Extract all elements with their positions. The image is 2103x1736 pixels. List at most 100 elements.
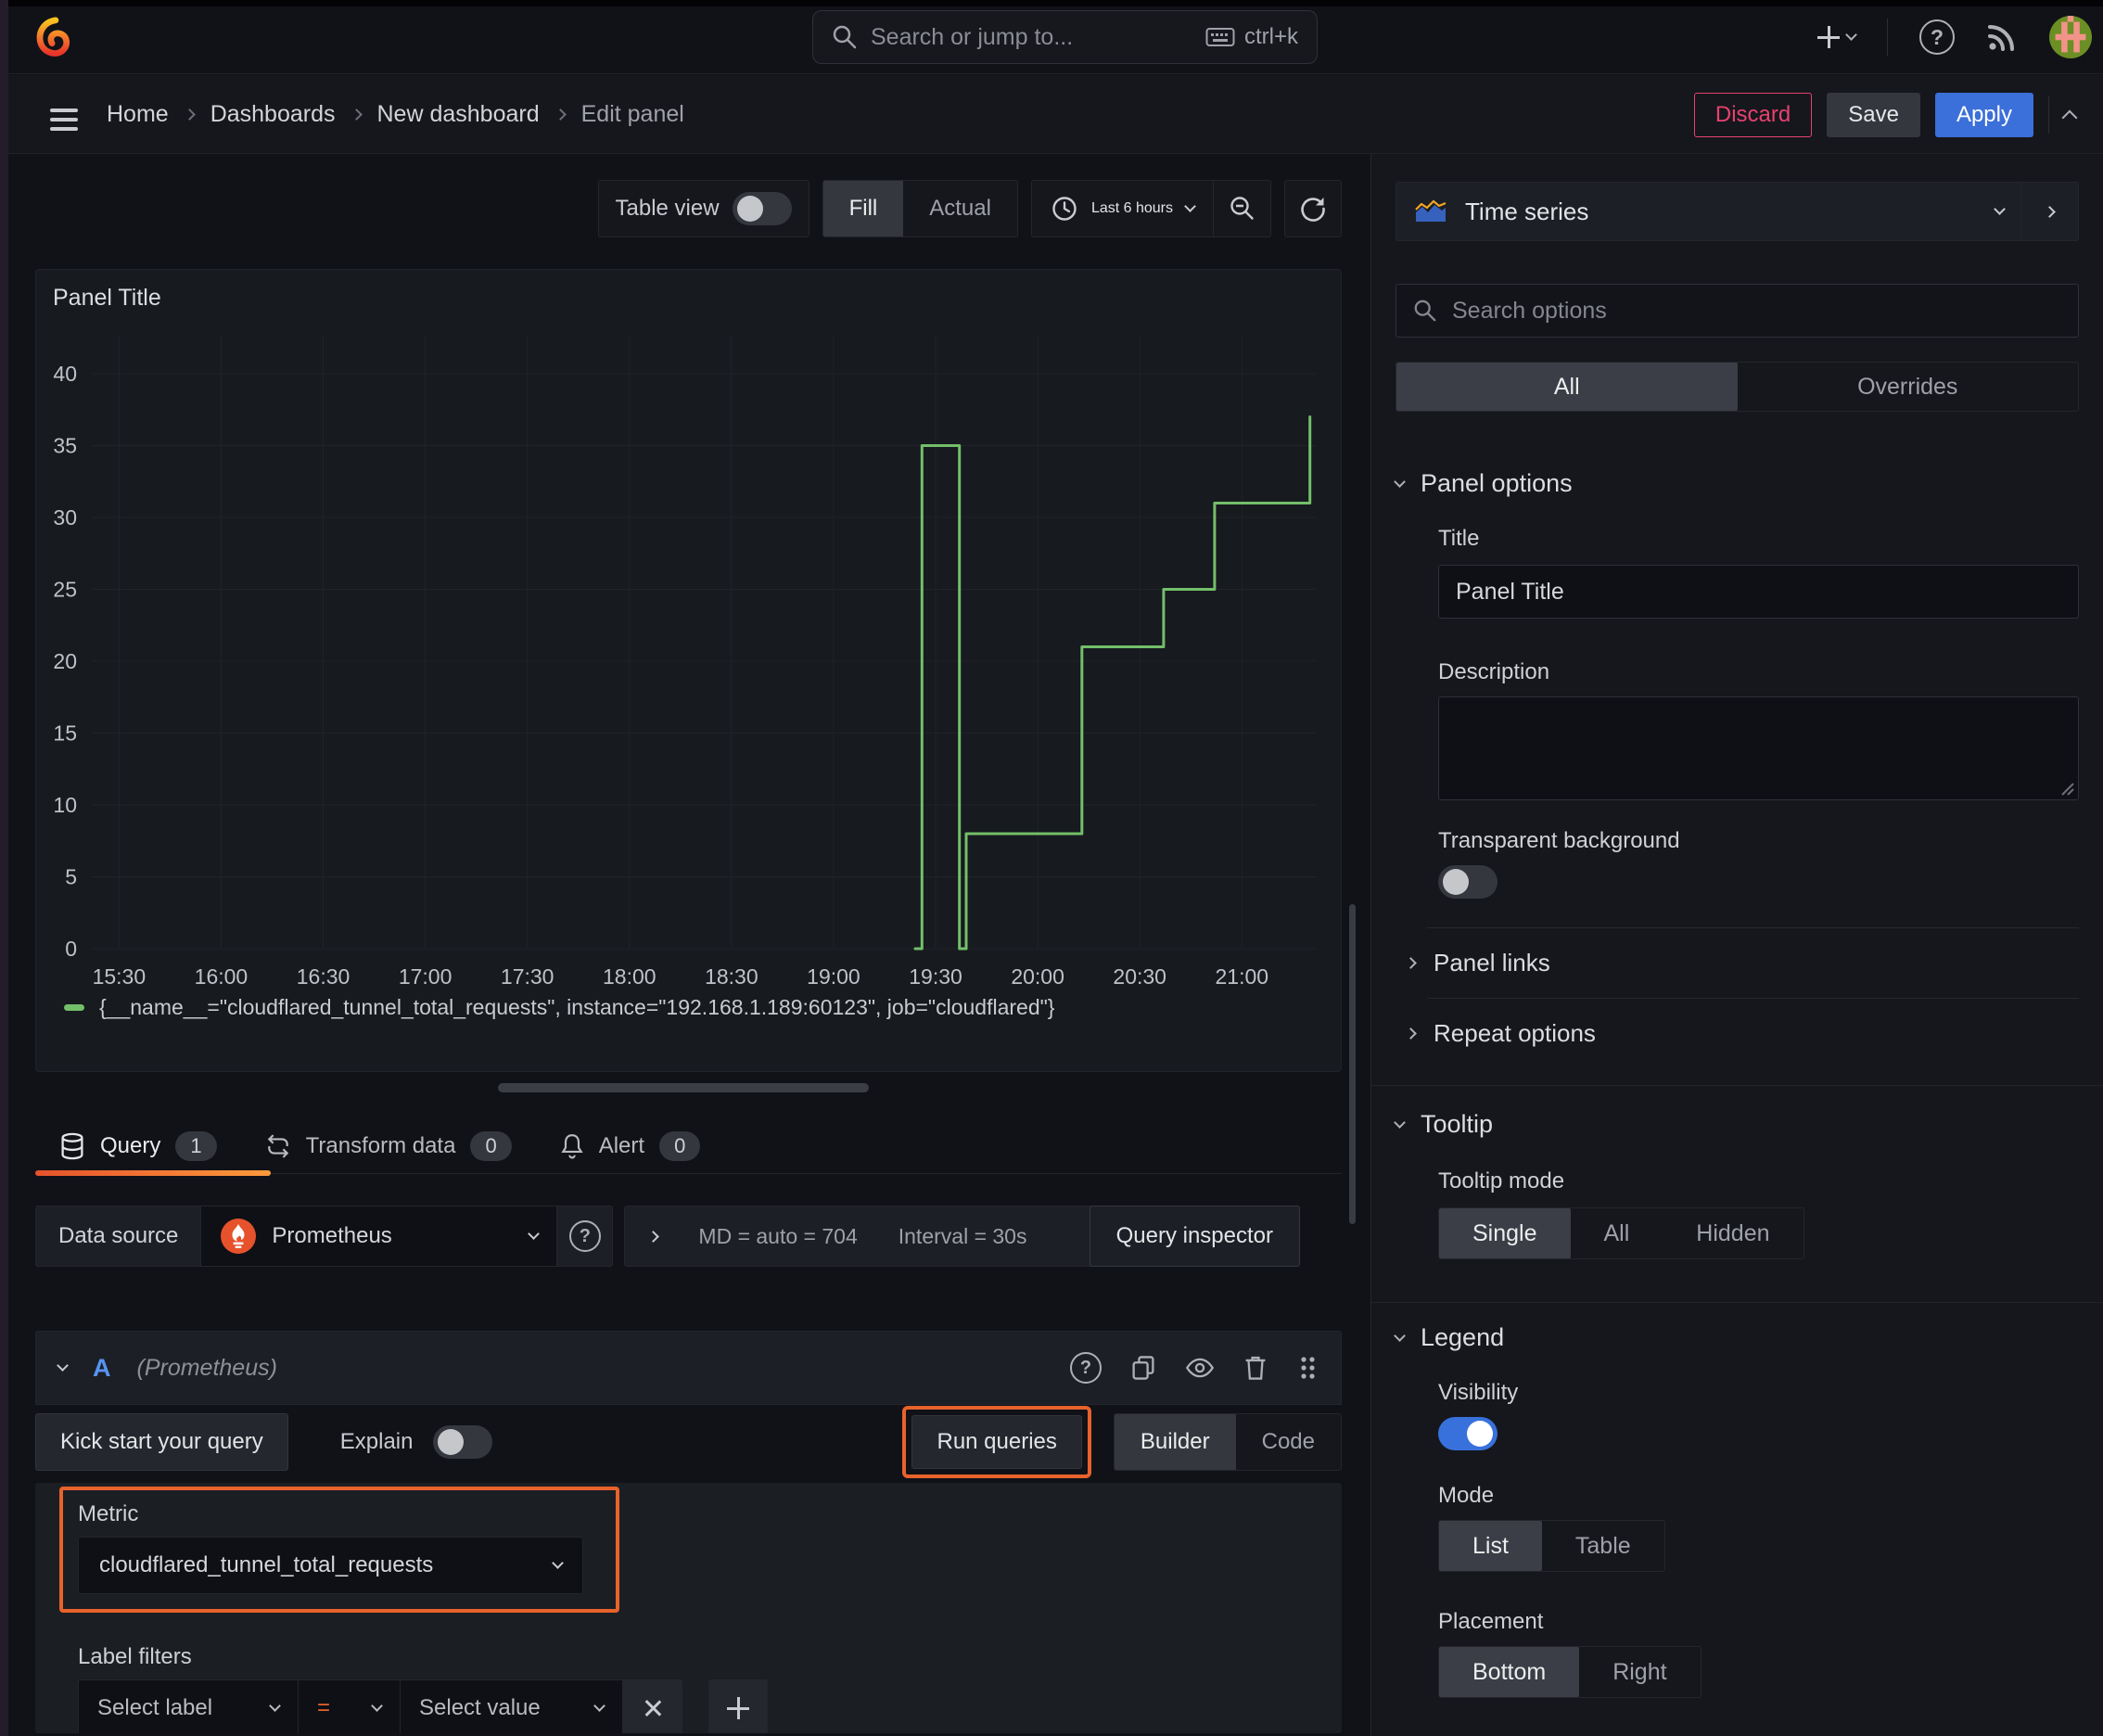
new-dashboard-button[interactable]: [1817, 26, 1857, 48]
datasource-picker[interactable]: Prometheus: [200, 1206, 558, 1267]
table-view-toggle[interactable]: [732, 192, 792, 225]
chevron-right-icon: [1405, 1028, 1417, 1040]
panel-title-input[interactable]: [1438, 565, 2079, 619]
tooltip-single-option[interactable]: Single: [1439, 1208, 1571, 1258]
svg-text:35: 35: [53, 434, 77, 458]
datasource-label: Data source: [35, 1206, 201, 1267]
legend-header[interactable]: Legend: [1394, 1323, 2079, 1352]
tab-all[interactable]: All: [1396, 363, 1738, 411]
options-search[interactable]: [1396, 284, 2079, 338]
collapse-options-icon[interactable]: [2061, 109, 2078, 125]
panel-options-header[interactable]: Panel options: [1394, 469, 2079, 498]
actual-option[interactable]: Actual: [903, 181, 1017, 236]
discard-button[interactable]: Discard: [1693, 92, 1813, 137]
grafana-logo-icon[interactable]: [33, 17, 76, 59]
time-series-icon: [1413, 198, 1448, 224]
options-pane: Time series All Overrides Panel options …: [1370, 154, 2103, 1736]
chevron-down-icon: [371, 1700, 383, 1712]
window-top-edge: [0, 0, 2103, 6]
save-button[interactable]: Save: [1827, 92, 1920, 137]
legend-list-option[interactable]: List: [1439, 1521, 1542, 1571]
svg-text:40: 40: [53, 362, 77, 386]
search-icon: [1413, 299, 1437, 323]
builder-option[interactable]: Builder: [1114, 1414, 1236, 1470]
zoom-out-time-button[interactable]: [1213, 181, 1270, 236]
legend-visibility-toggle[interactable]: [1438, 1417, 1498, 1450]
select-value-dropdown[interactable]: Select value: [401, 1679, 623, 1733]
kick-start-button[interactable]: Kick start your query: [35, 1413, 288, 1471]
breadcrumb-dashboards[interactable]: Dashboards: [210, 101, 336, 128]
apply-button[interactable]: Apply: [1934, 92, 2033, 137]
explain-label: Explain: [339, 1429, 414, 1454]
code-option[interactable]: Code: [1236, 1414, 1341, 1470]
nav-bar: Home Dashboards New dashboard Edit panel…: [0, 75, 2103, 154]
tooltip-heading: Tooltip: [1421, 1110, 1494, 1138]
hide-query-eye-icon[interactable]: [1185, 1354, 1215, 1382]
placement-right-option[interactable]: Right: [1579, 1647, 1700, 1697]
tab-transform-data[interactable]: Transform data 0: [241, 1119, 536, 1173]
query-builder-panel: Metric cloudflared_tunnel_total_requests…: [35, 1483, 1342, 1733]
toggle-viz-picker-button[interactable]: [2020, 183, 2078, 240]
svg-text:25: 25: [53, 578, 77, 602]
metric-select[interactable]: cloudflared_tunnel_total_requests: [78, 1537, 583, 1594]
panel-resize-handle[interactable]: [498, 1083, 869, 1092]
svg-text:5: 5: [65, 865, 77, 889]
tab-overrides[interactable]: Overrides: [1738, 363, 2079, 411]
tab-alert[interactable]: Alert 0: [536, 1119, 725, 1173]
fill-option[interactable]: Fill: [822, 181, 904, 236]
tooltip-header[interactable]: Tooltip: [1394, 1110, 2079, 1139]
vertical-scrollbar[interactable]: [1349, 904, 1356, 1224]
datasource-value: Prometheus: [272, 1223, 392, 1248]
chevron-right-icon: [1405, 957, 1417, 969]
remove-filter-button[interactable]: [623, 1679, 682, 1733]
search-input[interactable]: [871, 23, 1192, 51]
resize-handle-icon[interactable]: [2059, 781, 2074, 796]
duplicate-query-icon[interactable]: [1129, 1354, 1157, 1382]
metric-value: cloudflared_tunnel_total_requests: [99, 1552, 434, 1577]
svg-text:17:00: 17:00: [399, 964, 452, 989]
rss-icon: [1986, 21, 2018, 53]
query-help-icon[interactable]: ?: [1070, 1352, 1102, 1384]
panel-links-section[interactable]: Panel links: [1396, 928, 2079, 998]
legend-item[interactable]: {__name__="cloudflared_tunnel_total_requ…: [64, 995, 1054, 1020]
global-search[interactable]: ctrl+k: [812, 10, 1318, 64]
description-field[interactable]: [1438, 696, 2079, 800]
title-label: Title: [1438, 526, 1480, 551]
menu-toggle-button[interactable]: [50, 103, 78, 136]
select-label-placeholder: Select label: [97, 1695, 213, 1720]
topbar-divider: [1887, 19, 1888, 56]
run-queries-button[interactable]: Run queries: [911, 1415, 1082, 1469]
placement-bottom-option[interactable]: Bottom: [1439, 1647, 1580, 1697]
prometheus-icon: [220, 1218, 257, 1255]
drag-handle-icon[interactable]: [1296, 1354, 1319, 1382]
help-button[interactable]: ?: [1919, 19, 1955, 55]
select-label-dropdown[interactable]: Select label: [78, 1679, 299, 1733]
delete-query-trash-icon[interactable]: [1243, 1354, 1268, 1382]
query-ref-id[interactable]: A: [93, 1354, 111, 1383]
breadcrumb-new-dashboard[interactable]: New dashboard: [377, 101, 540, 128]
explain-toggle[interactable]: [433, 1425, 493, 1459]
shortcut-text: ctrl+k: [1243, 24, 1298, 49]
repeat-options-section[interactable]: Repeat options: [1396, 999, 2079, 1068]
add-filter-button[interactable]: [708, 1679, 768, 1733]
breadcrumb-home[interactable]: Home: [107, 101, 169, 128]
options-search-input[interactable]: [1452, 297, 2061, 325]
tooltip-hidden-option[interactable]: Hidden: [1663, 1208, 1803, 1258]
collapse-query-icon[interactable]: [57, 1359, 69, 1372]
user-avatar[interactable]: [2049, 16, 2092, 58]
legend-series-marker: [64, 1004, 84, 1011]
tab-query[interactable]: Query 1: [35, 1119, 241, 1173]
tooltip-all-option[interactable]: All: [1571, 1208, 1663, 1258]
transparent-background-toggle[interactable]: [1438, 865, 1498, 899]
query-inspector-button[interactable]: Query inspector: [1089, 1206, 1300, 1267]
time-series-chart[interactable]: 0 5 10 15 20 25 30 35 40 15:30 16:00 16:30 17:00 17:3…: [49, 326, 1330, 993]
transparent-background-label: Transparent background: [1438, 828, 1680, 853]
refresh-button[interactable]: [1284, 180, 1342, 237]
news-button[interactable]: [1986, 21, 2018, 53]
datasource-help-button[interactable]: ?: [557, 1206, 614, 1267]
tooltip-mode-segment: Single All Hidden: [1438, 1207, 1804, 1259]
operator-dropdown[interactable]: =: [299, 1679, 401, 1733]
visualization-picker[interactable]: Time series: [1396, 183, 2020, 240]
legend-table-option[interactable]: Table: [1542, 1521, 1664, 1571]
time-range-picker[interactable]: Last 6 hours: [1032, 181, 1213, 236]
